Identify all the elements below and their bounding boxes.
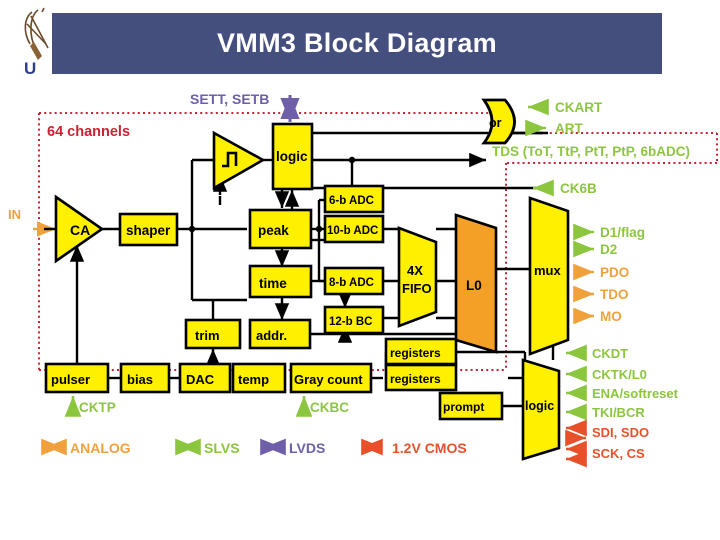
block-dac[interactable]: DAC xyxy=(178,362,232,394)
block-registers-upper[interactable]: registers xyxy=(384,337,458,366)
block-prompt[interactable]: prompt xyxy=(438,391,504,421)
block-registers-lower-label: registers xyxy=(390,372,441,386)
legend: ANALOG SLVS LVDS 1.2V CMOS xyxy=(41,438,467,456)
block-shaper-label: shaper xyxy=(126,223,171,238)
block-gray-count-label: Gray count xyxy=(294,372,363,387)
block-adc-6b-label: 6-b ADC xyxy=(329,195,374,207)
block-logic-top[interactable]: logic xyxy=(271,122,314,191)
legend-label-analog: ANALOG xyxy=(70,440,131,456)
block-bc-12b[interactable]: 12-b BC xyxy=(323,305,385,335)
signal-sdi-sdo-label: SDI, SDO xyxy=(592,425,649,440)
block-bias-label: bias xyxy=(127,372,153,387)
block-schmitt-trigger[interactable] xyxy=(212,130,266,191)
sdi-sdo-arrow xyxy=(565,419,587,447)
block-prompt-label: prompt xyxy=(443,400,484,414)
signal-tdo-label: TDO xyxy=(600,287,629,302)
block-fifo-label-1: 4X xyxy=(407,263,423,278)
block-addr[interactable]: addr. xyxy=(248,318,312,350)
signal-ck6b-label: CK6B xyxy=(560,181,597,196)
legend-label-slvs: SLVS xyxy=(204,440,240,456)
block-peak-label: peak xyxy=(258,223,289,238)
sck-cs-arrow xyxy=(566,440,587,468)
block-adc-8b-label: 8-b ADC xyxy=(329,277,374,289)
signal-in-label: IN xyxy=(8,207,21,222)
block-addr-label: addr. xyxy=(256,328,287,343)
slide-canvas: U VMM3 Block Diagram CA shaper logic pea… xyxy=(0,0,720,540)
block-mux[interactable]: mux xyxy=(528,196,570,356)
block-diagram: CA shaper logic peak time 6-b ADC 10-b A… xyxy=(8,91,718,468)
signal-sett-setb-label: SETT, SETB xyxy=(190,91,269,107)
block-trim[interactable]: trim xyxy=(184,318,242,350)
block-registers-upper-label: registers xyxy=(390,346,441,360)
block-temp-label: temp xyxy=(238,372,269,387)
legend-item-lvds: LVDS xyxy=(260,438,325,456)
block-shaper[interactable]: shaper xyxy=(118,212,179,247)
signal-mo-label: MO xyxy=(600,309,622,324)
block-pulser[interactable]: pulser xyxy=(44,362,110,394)
signal-ckart-label: CKART xyxy=(555,100,603,115)
block-or-gate-label: or xyxy=(489,116,502,130)
block-ca-label: CA xyxy=(70,222,90,238)
block-logic-top-label: logic xyxy=(276,149,308,164)
block-peak[interactable]: peak xyxy=(248,208,313,250)
legend-item-slvs: SLVS xyxy=(175,438,240,456)
block-logic-bottom[interactable]: logic xyxy=(521,358,561,461)
block-fifo-label-2: FIFO xyxy=(402,281,432,296)
legend-item-analog: ANALOG xyxy=(41,438,131,456)
block-adc-10b[interactable]: 10-b ADC xyxy=(323,214,385,244)
block-registers-lower[interactable]: registers xyxy=(384,363,458,392)
block-or-gate[interactable]: or xyxy=(481,98,516,145)
block-pulser-label: pulser xyxy=(51,372,90,387)
block-adc-8b[interactable]: 8-b ADC xyxy=(323,266,385,296)
block-gray-count[interactable]: Gray count xyxy=(289,362,373,394)
block-time-label: time xyxy=(259,276,287,291)
signal-cktp-label: CKTP xyxy=(79,400,116,415)
signal-ckdt-label: CKDT xyxy=(592,346,628,361)
signal-d2-label: D2 xyxy=(600,242,617,257)
signal-ckbc-label: CKBC xyxy=(310,400,349,415)
block-adc-6b[interactable]: 6-b ADC xyxy=(323,184,385,214)
legend-label-cmos: 1.2V CMOS xyxy=(392,440,467,456)
block-temp[interactable]: temp xyxy=(231,362,287,394)
block-adc-10b-label: 10-b ADC xyxy=(327,225,378,237)
signal-tds-label: TDS (ToT, TtP, PtT, PtP, 6bADC) xyxy=(492,144,690,159)
signal-cktk-l0-label: CKTK/L0 xyxy=(592,367,647,382)
block-ca[interactable]: CA xyxy=(54,194,105,264)
block-time[interactable]: time xyxy=(248,264,313,299)
signal-art-label: ART xyxy=(555,121,583,136)
legend-item-cmos: 1.2V CMOS xyxy=(361,438,467,456)
block-fifo[interactable]: 4X FIFO xyxy=(397,226,438,328)
signal-pdo-label: PDO xyxy=(600,265,629,280)
block-bc-12b-label: 12-b BC xyxy=(329,316,372,328)
block-mux-label: mux xyxy=(534,263,562,278)
block-dac-label: DAC xyxy=(186,372,215,387)
signal-ena-softreset-label: ENA/softreset xyxy=(592,386,679,401)
block-bias[interactable]: bias xyxy=(119,362,171,394)
signal-tki-bcr-label: TKI/BCR xyxy=(592,405,645,420)
boundary-label-64-channels: 64 channels xyxy=(47,124,130,140)
signal-d1flag-label: D1/flag xyxy=(600,225,645,240)
block-l0-label: L0 xyxy=(466,278,482,293)
block-trim-label: trim xyxy=(195,328,220,343)
signal-sck-cs-label: SCK, CS xyxy=(592,446,645,461)
block-l0[interactable]: L0 xyxy=(454,213,498,354)
block-logic-bottom-label: logic xyxy=(525,399,554,413)
legend-label-lvds: LVDS xyxy=(289,440,325,456)
